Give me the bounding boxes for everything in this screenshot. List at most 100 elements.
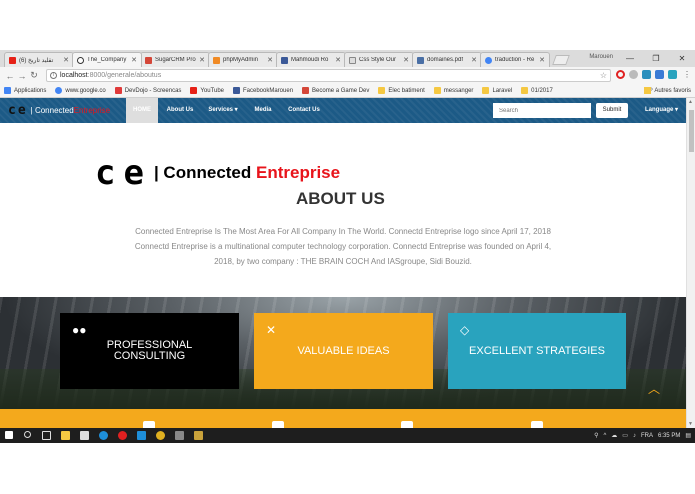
- url-input[interactable]: i localhost:8000/generale/aboutus ☆: [46, 69, 611, 82]
- window-controls: — ❐ ✕: [617, 50, 695, 67]
- notifications-icon[interactable]: ▤: [685, 432, 691, 439]
- chrome-icon[interactable]: [156, 431, 165, 440]
- bookmark-devdojo[interactable]: DevDojo - Screencas: [114, 87, 181, 94]
- nav-language[interactable]: Language ▾: [645, 98, 678, 123]
- bookmark-elec-batiment[interactable]: Elec batiment: [378, 87, 425, 94]
- bookmark-laravel[interactable]: Laravel: [482, 87, 512, 94]
- nav-about-us[interactable]: About Us: [162, 98, 198, 123]
- service-icon: [272, 421, 284, 428]
- close-icon[interactable]: ✕: [335, 56, 341, 64]
- facebook-icon: [281, 56, 288, 64]
- phpmyadmin-icon: [213, 56, 220, 64]
- bookmark-youtube[interactable]: YouTube: [190, 87, 224, 94]
- hero-banner: ●● PROFESSIONAL CONSULTING ✕ VALUABLE ID…: [0, 297, 686, 409]
- app-icon[interactable]: [194, 431, 203, 440]
- close-icon[interactable]: ✕: [131, 56, 137, 64]
- tab-traduction[interactable]: traduction - Re ✕: [480, 52, 550, 67]
- store-icon[interactable]: [80, 431, 89, 440]
- pdf-icon: [417, 56, 424, 64]
- gmail-icon: [145, 56, 152, 64]
- bookmark-star-icon[interactable]: ☆: [600, 71, 607, 80]
- people-icon[interactable]: ⚲: [594, 432, 598, 439]
- edge-icon[interactable]: [137, 431, 146, 440]
- reload-icon[interactable]: ↻: [28, 70, 40, 81]
- tab-sugarcrm[interactable]: SugarCRM Pro ✕: [140, 52, 210, 67]
- google-icon: [55, 87, 63, 94]
- scroll-down-icon[interactable]: ▼: [688, 421, 693, 427]
- service-icon: [531, 421, 543, 428]
- volume-icon[interactable]: ♪: [633, 433, 636, 439]
- card-label: VALUABLE IDEAS: [297, 344, 390, 357]
- nav-contact-us[interactable]: Contact Us: [283, 98, 325, 123]
- card-excellent-strategies[interactable]: ◇ EXCELLENT STRATEGIES: [448, 313, 626, 389]
- info-icon[interactable]: i: [50, 72, 57, 79]
- minimize-icon[interactable]: —: [617, 54, 643, 63]
- search-icon[interactable]: [24, 431, 31, 438]
- close-icon[interactable]: ✕: [199, 56, 205, 64]
- devdojo-icon: [114, 87, 122, 94]
- bookmark-messanger[interactable]: messanger: [433, 87, 473, 94]
- bookmark-game-dev[interactable]: Become a Game Dev: [302, 87, 369, 94]
- close-icon[interactable]: ✕: [267, 56, 273, 64]
- menu-icon[interactable]: ⋮: [683, 70, 691, 79]
- bookmark-01-2017[interactable]: 01/2017: [521, 87, 553, 94]
- extension-icon[interactable]: [642, 70, 651, 79]
- extension-icon[interactable]: [655, 70, 664, 79]
- windows-start-icon[interactable]: [5, 431, 13, 439]
- service-icon: [401, 421, 413, 428]
- tab-mahmoudi[interactable]: Mahmoudi Ro ✕: [276, 52, 346, 67]
- card-professional-consulting[interactable]: ●● PROFESSIONAL CONSULTING: [60, 313, 239, 389]
- bookmark-applications[interactable]: Applications: [4, 87, 46, 94]
- close-icon[interactable]: ✕: [471, 56, 477, 64]
- site-search-input[interactable]: [493, 103, 591, 118]
- opera-icon[interactable]: [616, 70, 625, 79]
- opera-icon[interactable]: [118, 431, 127, 440]
- extensions: [616, 70, 677, 79]
- battery-icon[interactable]: ▭: [622, 432, 628, 439]
- scrollbar-thumb[interactable]: [689, 110, 694, 152]
- scroll-to-top-icon[interactable]: ︿: [648, 380, 660, 397]
- tab-youtube[interactable]: (6) تقلید تاریخ ✕: [4, 52, 74, 67]
- brand-logo: ce: [8, 103, 28, 118]
- page-scrollbar[interactable]: ▲ ▼: [686, 98, 695, 428]
- new-tab-button[interactable]: [552, 55, 570, 65]
- nav-home[interactable]: HOME: [126, 98, 158, 123]
- clock[interactable]: 6:35 PM: [658, 433, 680, 439]
- extension-icon[interactable]: [668, 70, 677, 79]
- diamond-icon: ◇: [460, 323, 470, 337]
- maximize-icon[interactable]: ❐: [643, 54, 669, 63]
- site-brand[interactable]: ce | Connected Entreprise: [8, 103, 110, 118]
- nav-services[interactable]: Services ▾: [204, 98, 242, 123]
- profile-name[interactable]: Marouen: [589, 54, 613, 60]
- task-view-icon[interactable]: [42, 431, 51, 440]
- bookmark-facebook[interactable]: FacebookMarouen: [233, 87, 293, 94]
- system-tray: ⚲ ^ ☁ ▭ ♪ FRA 6:35 PM ▤: [594, 428, 691, 443]
- tab-css-style[interactable]: Css Style Our ✕: [344, 52, 414, 67]
- app-icon[interactable]: [175, 431, 184, 440]
- input-language[interactable]: FRA: [641, 433, 653, 439]
- tab-phpmyadmin[interactable]: phpMyAdmin ✕: [208, 52, 278, 67]
- card-valuable-ideas[interactable]: ✕ VALUABLE IDEAS: [254, 313, 433, 389]
- back-icon[interactable]: ←: [4, 71, 16, 81]
- close-icon[interactable]: ✕: [403, 56, 409, 64]
- tab-domaines-pdf[interactable]: domaines.pdf ✕: [412, 52, 482, 67]
- other-bookmarks[interactable]: Autres favoris: [644, 87, 691, 94]
- tab-the-company[interactable]: The_Company ✕: [72, 52, 142, 67]
- close-icon[interactable]: ✕: [539, 56, 545, 64]
- file-explorer-icon[interactable]: [61, 431, 70, 440]
- bookmark-google[interactable]: www.google.co: [55, 87, 106, 94]
- network-icon[interactable]: ☁: [611, 432, 617, 439]
- services-strip: [0, 409, 686, 428]
- submit-button[interactable]: Submit: [596, 103, 628, 118]
- google-icon: [485, 56, 492, 64]
- scroll-up-icon[interactable]: ▲: [688, 99, 693, 105]
- card-label: PROFESSIONAL CONSULTING: [106, 339, 193, 362]
- tray-arrow-icon[interactable]: ^: [603, 433, 606, 439]
- extension-icon[interactable]: [629, 70, 638, 79]
- close-icon[interactable]: ✕: [63, 56, 69, 64]
- nav-media[interactable]: Media: [248, 98, 278, 123]
- page-icon: [349, 56, 356, 64]
- firefox-icon[interactable]: [99, 431, 108, 440]
- forward-icon[interactable]: →: [16, 71, 28, 81]
- close-window-icon[interactable]: ✕: [669, 54, 695, 63]
